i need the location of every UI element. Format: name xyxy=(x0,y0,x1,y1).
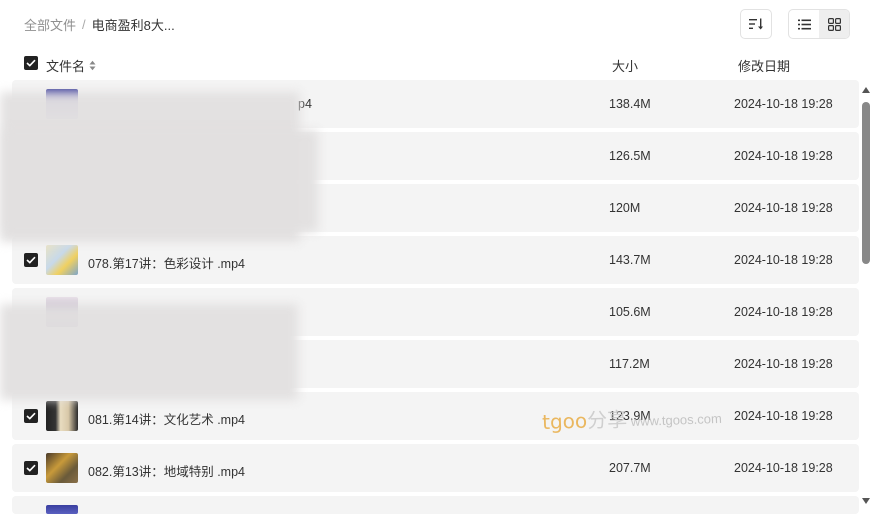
file-size: 120M xyxy=(609,201,641,215)
file-size: 143.7M xyxy=(609,253,651,267)
sort-arrows-icon xyxy=(89,60,96,71)
name-header-label: 文件名 xyxy=(46,59,86,74)
checkmark-icon xyxy=(26,412,36,420)
file-size: 126.5M xyxy=(609,149,651,163)
file-name: 082.第13讲：地域特别 .mp4 xyxy=(88,465,245,479)
file-size: 105.6M xyxy=(609,305,651,319)
file-date: 2024-10-18 19:28 xyxy=(734,357,833,371)
file-name: 078.第17讲：色彩设计 .mp4 xyxy=(88,257,245,271)
file-name: p4 xyxy=(298,97,312,111)
table-row[interactable]: 078.第17讲：色彩设计 .mp4 143.7M 2024-10-18 19:… xyxy=(12,236,859,284)
row-checkbox[interactable] xyxy=(24,253,38,267)
file-date: 2024-10-18 19:28 xyxy=(734,253,833,267)
scrollbar-thumb[interactable] xyxy=(862,102,870,264)
file-size: 138.4M xyxy=(609,97,651,111)
file-date: 2024-10-18 19:28 xyxy=(734,305,833,319)
name-column-header[interactable]: 文件名 xyxy=(46,56,96,75)
file-size: 207.7M xyxy=(609,461,651,475)
file-thumbnail xyxy=(46,453,78,483)
list-view-button[interactable] xyxy=(789,10,819,38)
file-date: 2024-10-18 19:28 xyxy=(734,149,833,163)
file-date: 2024-10-18 19:28 xyxy=(734,201,833,215)
table-row[interactable] xyxy=(12,496,859,514)
checkmark-icon xyxy=(26,256,36,264)
row-checkbox[interactable] xyxy=(24,461,38,475)
breadcrumb-root-link[interactable]: 全部文件 xyxy=(24,15,76,34)
checkmark-icon xyxy=(26,464,36,472)
row-checkbox[interactable] xyxy=(24,409,38,423)
grid-view-button[interactable] xyxy=(819,10,849,38)
size-column-header[interactable]: 大小 xyxy=(612,56,638,75)
sort-button[interactable] xyxy=(740,9,772,39)
file-date: 2024-10-18 19:28 xyxy=(734,409,833,423)
file-thumbnail xyxy=(46,505,78,514)
breadcrumb-separator: / xyxy=(82,17,86,32)
file-thumbnail xyxy=(46,401,78,431)
file-size: 123.9M xyxy=(609,409,651,423)
sort-icon xyxy=(749,18,763,30)
table-header: 文件名 大小 修改日期 xyxy=(0,50,874,78)
blur-redaction xyxy=(4,130,318,232)
table-row[interactable]: 082.第13讲：地域特别 .mp4 207.7M 2024-10-18 19:… xyxy=(12,444,859,492)
top-bar: 全部文件 / 电商盈利8大... xyxy=(0,0,874,48)
checkmark-icon xyxy=(26,59,36,67)
file-date: 2024-10-18 19:28 xyxy=(734,97,833,111)
scroll-down-arrow-icon[interactable] xyxy=(862,498,870,504)
blur-redaction xyxy=(0,304,298,400)
grid-view-icon xyxy=(827,17,841,31)
file-thumbnail xyxy=(46,245,78,275)
breadcrumb: 全部文件 / 电商盈利8大... xyxy=(24,15,175,34)
select-all-checkbox[interactable] xyxy=(24,56,38,70)
file-size: 117.2M xyxy=(609,357,650,371)
scroll-up-arrow-icon[interactable] xyxy=(862,87,870,93)
file-date: 2024-10-18 19:28 xyxy=(734,461,833,475)
breadcrumb-current-folder: 电商盈利8大... xyxy=(91,18,175,33)
list-view-icon xyxy=(797,19,811,29)
view-toggle xyxy=(788,9,850,39)
file-name: 081.第14讲：文化艺术 .mp4 xyxy=(88,413,245,427)
date-column-header[interactable]: 修改日期 xyxy=(738,56,790,75)
